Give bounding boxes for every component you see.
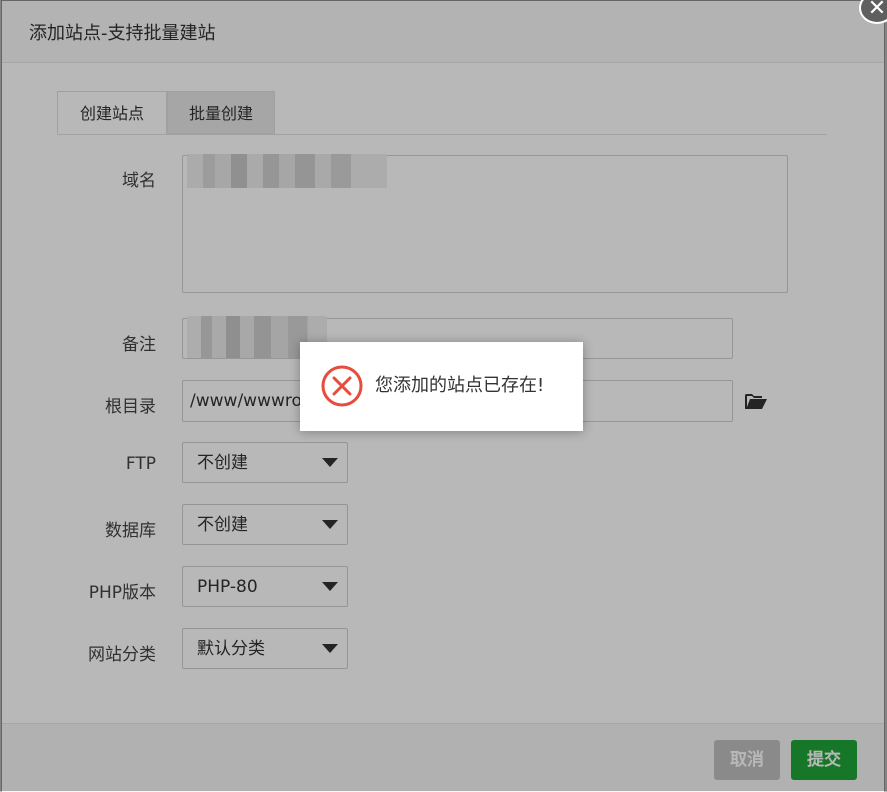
error-toast: 您添加的站点已存在! bbox=[300, 342, 583, 431]
error-circle-icon bbox=[321, 365, 363, 407]
toast-message: 您添加的站点已存在! bbox=[375, 375, 545, 396]
